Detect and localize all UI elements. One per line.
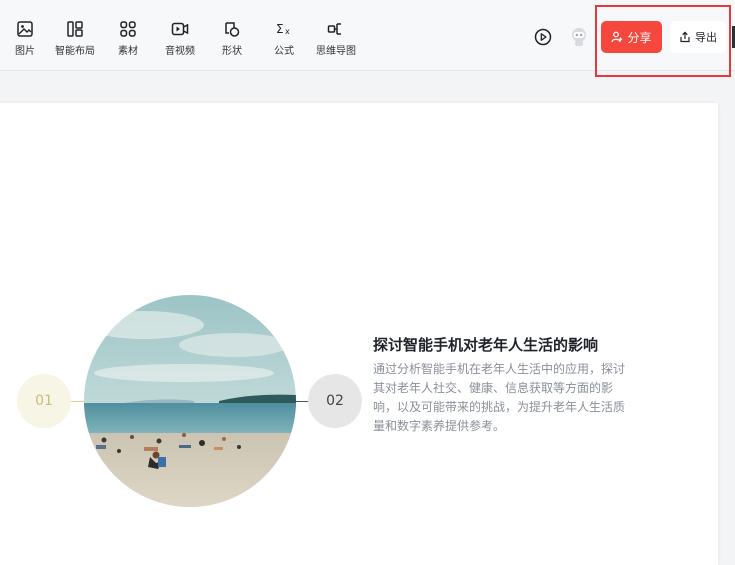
smart-layout-icon: [67, 21, 83, 37]
share-label: 分享: [627, 30, 652, 45]
tool-shape[interactable]: 形状: [222, 20, 242, 60]
share-user-icon: [611, 31, 623, 43]
formula-icon: Σ x: [276, 22, 290, 36]
tool-formula[interactable]: Σ x 公式: [274, 20, 294, 60]
slide-canvas[interactable]: 01 02 探讨智能手机对老年人生活的影响 通过分析智能手机在老年人生活中的应用…: [0, 103, 718, 565]
tool-label: 智能布局: [55, 46, 95, 57]
tool-label: 形状: [222, 46, 242, 57]
tool-mind-map[interactable]: 思维导图: [316, 20, 356, 60]
body-line: 通过分析智能手机在老年人生活中的应用，探讨: [373, 362, 626, 376]
tool-materials[interactable]: 素材: [118, 20, 138, 60]
slide-body-text: 通过分析智能手机在老年人生活中的应用，探讨 其对老年人社交、健康、信息获取等方面…: [373, 360, 655, 436]
svg-text:x: x: [285, 27, 290, 36]
tool-label: 公式: [274, 46, 294, 57]
body-line: 其对老年人社交、健康、信息获取等方面的影: [373, 381, 614, 395]
tool-video[interactable]: 音视频: [165, 20, 195, 60]
svg-text:Σ: Σ: [276, 22, 284, 36]
materials-icon: [120, 21, 136, 37]
toolbar: 图片 智能布局 素材 音视频 形状 Σ x 公式 思维导图 分享 导出: [0, 0, 735, 77]
mind-map-icon: [327, 23, 341, 35]
beach-scene-image: [84, 295, 296, 507]
tool-image[interactable]: 图片: [15, 20, 35, 60]
shape-icon: [225, 22, 240, 37]
export-icon: [680, 31, 690, 43]
tool-label: 图片: [15, 46, 35, 57]
share-button[interactable]: 分享: [601, 21, 662, 53]
tool-smart-layout[interactable]: 智能布局: [55, 20, 95, 60]
step-number-1: 01: [17, 374, 71, 428]
slide-heading: 探讨智能手机对老年人生活的影响: [373, 336, 599, 354]
beach-photo[interactable]: [84, 295, 296, 507]
play-icon[interactable]: [534, 28, 552, 46]
video-icon: [171, 22, 189, 36]
export-button[interactable]: 导出: [670, 21, 726, 53]
tool-label: 素材: [118, 46, 138, 57]
tool-label: 思维导图: [316, 46, 356, 57]
body-line: 响，以及可能带来的挑战，为提升老年人生活质: [373, 400, 626, 414]
body-line: 量和数字素养提供参考。: [373, 419, 506, 433]
export-label: 导出: [695, 31, 717, 44]
ai-assistant-icon[interactable]: [569, 27, 589, 47]
image-icon: [17, 21, 33, 37]
step-number-2: 02: [308, 374, 362, 428]
tool-label: 音视频: [165, 46, 195, 57]
